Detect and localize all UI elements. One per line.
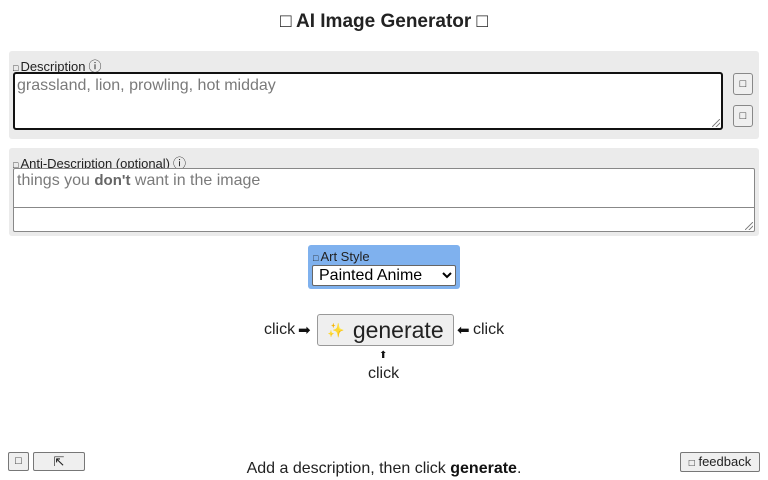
status-message: Add a description, then click generate. bbox=[0, 460, 768, 478]
anti-description-divider bbox=[14, 207, 754, 208]
click-hint-right: click bbox=[473, 321, 505, 338]
art-style-label-icon: □ bbox=[313, 253, 319, 263]
arrow-up-icon: ⬆ bbox=[379, 350, 388, 361]
resize-grip-icon[interactable] bbox=[712, 119, 720, 127]
status-text-before: Add a description, then click bbox=[246, 460, 451, 477]
status-text-after: . bbox=[516, 460, 522, 477]
click-hint-left: click bbox=[264, 321, 296, 338]
feedback-icon: □ bbox=[688, 458, 695, 469]
resize-grip-icon[interactable] bbox=[745, 222, 753, 230]
click-hint-below: click bbox=[368, 365, 400, 382]
art-style-panel: □ Art Style Painted Anime bbox=[308, 245, 460, 289]
sparkle-icon: ✨ bbox=[327, 321, 345, 338]
art-style-label-text: Art Style bbox=[320, 249, 370, 264]
footer-icon-button[interactable]: □ bbox=[8, 452, 29, 471]
description-panel: □ Description ⓘ grassland, lion, prowling,… bbox=[9, 51, 759, 139]
page-title: □ AI Image Generator □ bbox=[279, 11, 489, 32]
placeholder-text-after: want in the image bbox=[130, 172, 261, 189]
description-side-button-top[interactable]: □ bbox=[733, 73, 753, 95]
feedback-label: feedback bbox=[698, 454, 752, 469]
status-text-bold: generate bbox=[450, 460, 517, 477]
placeholder-text-bold: don't bbox=[94, 172, 131, 189]
generate-button-label: generate bbox=[352, 316, 444, 343]
anti-description-placeholder: things you don't want in the image bbox=[17, 172, 260, 190]
art-style-label: □ Art Style bbox=[313, 249, 370, 264]
anti-description-panel: □ Anti-Description (optional) ⓘ things you… bbox=[9, 148, 759, 236]
description-input[interactable]: grassland, lion, prowling, hot midday bbox=[13, 72, 723, 130]
anti-description-input[interactable]: things you don't want in the image bbox=[13, 168, 755, 232]
arrow-left-icon: ⬅ bbox=[457, 322, 470, 339]
feedback-button[interactable]: □ feedback bbox=[680, 452, 760, 472]
arrow-right-icon: ➡ bbox=[298, 322, 311, 339]
expand-button[interactable]: ⇱ bbox=[33, 452, 85, 471]
generate-button[interactable]: ✨ generate bbox=[317, 314, 454, 346]
description-side-button-bottom[interactable]: □ bbox=[733, 105, 753, 127]
description-placeholder: grassland, lion, prowling, hot midday bbox=[17, 77, 276, 94]
placeholder-text-before: things you bbox=[17, 172, 95, 189]
art-style-select[interactable]: Painted Anime bbox=[312, 265, 456, 286]
